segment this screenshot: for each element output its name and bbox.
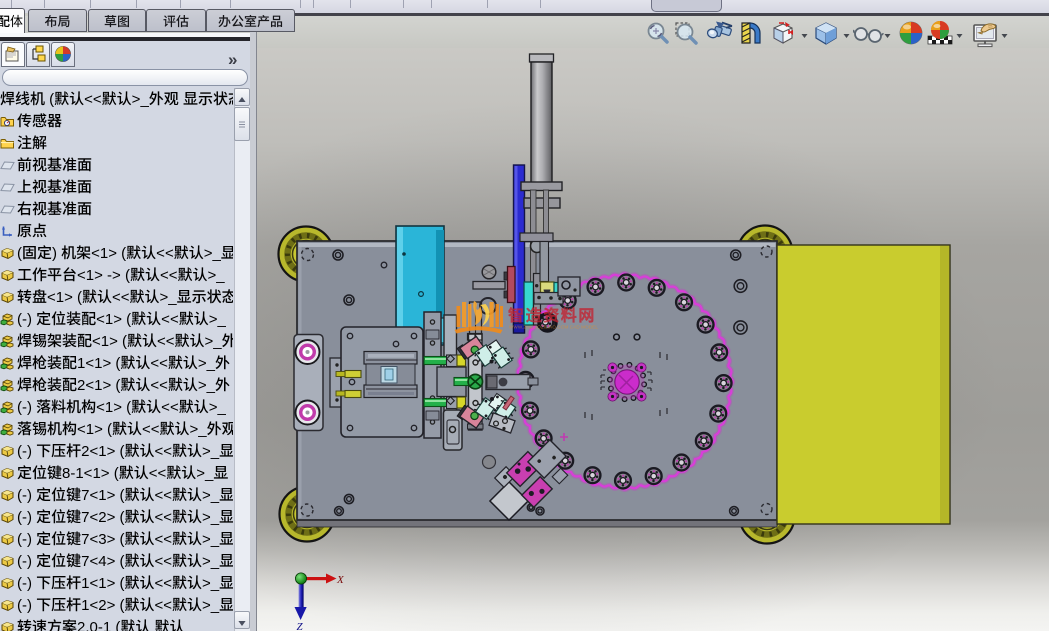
- svg-text:X: X: [336, 574, 345, 586]
- svg-text:WWW.ZHIZAOZILIAO.COM CAD MODEL: WWW.ZHIZAOZILIAO.COM CAD MODEL: [509, 325, 598, 330]
- svg-text:智造资料网: 智造资料网: [507, 302, 596, 326]
- svg-text:Z: Z: [297, 621, 304, 631]
